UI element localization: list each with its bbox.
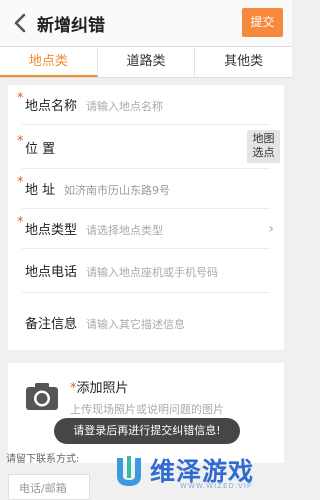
- tab-place[interactable]: 地点类: [0, 47, 98, 77]
- page-title: 新增纠错: [37, 16, 105, 36]
- address-input[interactable]: 如济南市历山东路9号: [64, 182, 170, 198]
- required-mark: *: [17, 91, 24, 106]
- map-select-button[interactable]: 地图 选点: [247, 130, 280, 163]
- contact-label: 请留下联系方式:: [6, 454, 80, 465]
- submit-button[interactable]: 提交: [242, 8, 283, 37]
- app-header: 新增纠错 提交: [0, 0, 292, 46]
- address-row: * 地 址 如济南市历山东路9号: [8, 169, 284, 209]
- place-name-row: * 地点名称 请输入地点名称: [8, 85, 284, 125]
- back-arrow-icon[interactable]: [10, 12, 30, 34]
- note-input[interactable]: 请输入其它描述信息: [86, 316, 185, 332]
- required-mark: *: [17, 134, 24, 149]
- camera-icon[interactable]: [25, 381, 59, 411]
- place-form: * 地点名称 请输入地点名称 * 位 置 地图 选点 * 地 址 如济南市历山东…: [8, 85, 284, 350]
- tab-other[interactable]: 其他类: [195, 47, 292, 77]
- phone-label: 地点电话: [25, 265, 78, 280]
- tab-road[interactable]: 道路类: [98, 47, 196, 77]
- login-toast: 请登录后再进行提交纠错信息!: [54, 418, 240, 444]
- note-label: 备注信息: [25, 317, 78, 332]
- required-mark: *: [17, 215, 24, 230]
- position-row: * 位 置: [8, 125, 284, 169]
- address-label: 地 址: [25, 183, 56, 198]
- phone-input[interactable]: 请输入地点座机或手机号码: [86, 264, 218, 280]
- chevron-right-icon: ›: [268, 221, 274, 237]
- contact-input[interactable]: 电话/邮箱: [8, 474, 90, 500]
- note-row: 备注信息 请输入其它描述信息: [8, 293, 284, 349]
- watermark-logo-icon: [117, 456, 141, 486]
- watermark-subtext: WWW.WIZED.VIP: [180, 482, 253, 490]
- add-photo-desc: 上传现场照片或说明问题的图片: [70, 403, 224, 416]
- watermark: 维泽游戏 WWW.WIZED.VIP: [110, 446, 292, 500]
- place-type-row[interactable]: * 地点类型 请选择地点类型 ›: [8, 209, 284, 249]
- place-name-input[interactable]: 请输入地点名称: [86, 98, 163, 114]
- category-tabs: 地点类 道路类 其他类: [0, 46, 292, 78]
- place-name-label: 地点名称: [25, 99, 78, 114]
- place-type-select[interactable]: 请选择地点类型: [86, 222, 163, 238]
- phone-row: 地点电话 请输入地点座机或手机号码: [8, 249, 284, 293]
- place-type-label: 地点类型: [25, 223, 78, 238]
- position-label: 位 置: [25, 142, 56, 157]
- required-mark: *: [17, 175, 24, 190]
- add-photo-title: *添加照片: [70, 381, 129, 396]
